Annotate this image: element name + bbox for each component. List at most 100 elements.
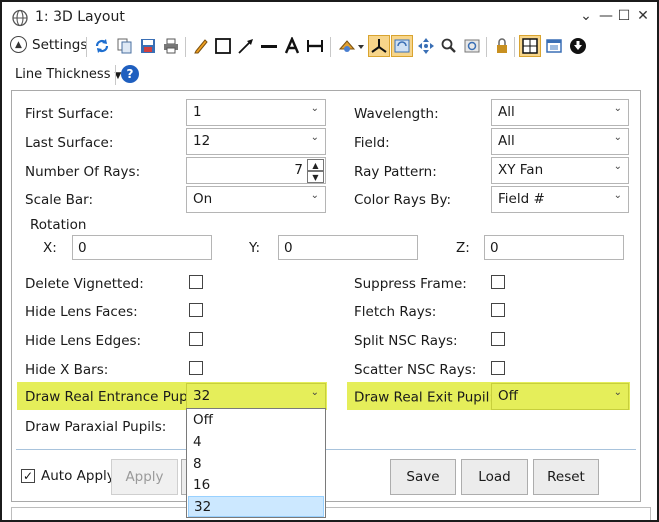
settings-panel: First Surface: 1 ⌄ Last Surface: 12 ⌄ Nu… — [11, 90, 641, 502]
draw-real-entrance-pupil-select[interactable]: 32 ⌄ — [186, 383, 326, 410]
line-thickness-menu[interactable]: Line Thickness ▼ — [15, 67, 121, 82]
entrance-pupil-dropdown-list: Off 4 8 16 32 — [186, 408, 326, 518]
expand-icon[interactable] — [519, 35, 541, 57]
minimize-button[interactable]: — — [597, 8, 615, 24]
pan-icon[interactable] — [415, 35, 437, 57]
draw-real-entrance-pupil-value: 32 — [193, 388, 211, 404]
delete-vignetted-checkbox[interactable] — [189, 275, 203, 289]
number-of-rays-stepper[interactable]: 7 ▲ ▼ — [186, 157, 326, 184]
panel-separator — [16, 449, 636, 450]
print-icon[interactable] — [160, 35, 182, 57]
chevron-down-icon: ⌄ — [613, 161, 622, 172]
hide-x-bars-checkbox[interactable] — [189, 361, 203, 375]
field-label: Field: — [354, 135, 390, 151]
apply-button[interactable]: Apply — [111, 459, 178, 495]
draw-real-exit-pupil-label: Draw Real Exit Pupil:1 — [354, 389, 499, 406]
toolbar-row-2: Line Thickness ▼ ? — [2, 61, 657, 89]
color-rays-by-value: Field # — [498, 191, 545, 207]
chevron-down-icon: ⌄ — [310, 103, 319, 114]
draw-real-exit-pupil-text: Draw Real Exit Pupil: — [354, 389, 494, 406]
autorotate-icon[interactable] — [391, 35, 413, 57]
hide-lens-faces-checkbox[interactable] — [189, 303, 203, 317]
scale-bar-label: Scale Bar: — [25, 192, 94, 208]
first-surface-value: 1 — [193, 104, 202, 120]
field-select[interactable]: All ⌄ — [491, 128, 629, 155]
toolbar-separator — [115, 65, 116, 85]
stepper-up-icon[interactable]: ▲ — [307, 159, 324, 171]
split-nsc-rays-checkbox[interactable] — [491, 332, 505, 346]
draw-real-entrance-pupil-label: Draw Real Entrance Pupil: — [25, 389, 200, 405]
first-surface-label: First Surface: — [25, 106, 114, 122]
draw-paraxial-pupils-label: Draw Paraxial Pupils: — [25, 419, 167, 435]
chevron-down-icon: ⌄ — [613, 387, 622, 398]
scale-bar-value: On — [193, 191, 213, 207]
rotation-x-input[interactable]: 0 — [72, 235, 212, 260]
last-surface-label: Last Surface: — [25, 135, 114, 151]
settings-button[interactable]: ▲ Settings — [10, 36, 87, 53]
last-surface-select[interactable]: 12 ⌄ — [186, 128, 326, 155]
window-title: 1: 3D Layout — [35, 9, 125, 25]
refresh-icon[interactable] — [91, 35, 113, 57]
dropdown-option[interactable]: Off — [188, 410, 324, 431]
dropdown-option[interactable]: 8 — [188, 454, 324, 475]
window-frame: 1: 3D Layout ⌄ — ☐ ✕ ▲ Settings Line Thi… — [0, 0, 659, 522]
text-icon[interactable] — [281, 35, 303, 57]
axes-icon[interactable] — [368, 35, 390, 57]
dropdown-option[interactable]: 16 — [188, 475, 324, 496]
fletch-rays-checkbox[interactable] — [491, 303, 505, 317]
hide-lens-edges-checkbox[interactable] — [189, 332, 203, 346]
reset-button[interactable]: Reset — [533, 459, 599, 495]
pencil-icon[interactable] — [190, 35, 212, 57]
suppress-frame-checkbox[interactable] — [491, 275, 505, 289]
color-rays-by-select[interactable]: Field # ⌄ — [491, 186, 629, 213]
toolbar-separator — [330, 37, 331, 57]
chevron-down-icon: ⌄ — [310, 190, 319, 201]
rectangle-icon[interactable] — [212, 35, 234, 57]
help-icon[interactable]: ? — [121, 65, 139, 83]
copy-icon[interactable] — [114, 35, 136, 57]
dropdown-option[interactable]: 4 — [188, 432, 324, 453]
rotate-icon[interactable] — [336, 35, 366, 57]
auto-apply-checkbox[interactable]: ✓ — [21, 469, 35, 483]
ray-pattern-select[interactable]: XY Fan ⌄ — [491, 157, 629, 184]
chevron-down-icon: ⌄ — [310, 132, 319, 143]
line-icon[interactable] — [258, 35, 280, 57]
save-icon[interactable] — [137, 35, 159, 57]
settings-label: Settings — [32, 36, 88, 53]
save-button[interactable]: Save — [390, 459, 456, 495]
zoom-icon[interactable] — [438, 35, 460, 57]
suppress-frame-label: Suppress Frame: — [354, 276, 467, 292]
reset-zoom-icon[interactable] — [461, 35, 483, 57]
scatter-nsc-rays-label: Scatter NSC Rays: — [354, 362, 477, 378]
toolbar-separator — [185, 37, 186, 57]
lock-icon[interactable] — [491, 35, 513, 57]
ray-pattern-value: XY Fan — [498, 162, 544, 178]
dimension-icon[interactable] — [304, 35, 326, 57]
rotation-z-input[interactable]: 0 — [484, 235, 624, 260]
number-of-rays-label: Number Of Rays: — [25, 164, 141, 180]
app-icon — [11, 9, 29, 31]
first-surface-select[interactable]: 1 ⌄ — [186, 99, 326, 126]
rotation-y-input[interactable]: 0 — [278, 235, 418, 260]
scatter-nsc-rays-checkbox[interactable] — [491, 361, 505, 375]
scale-bar-select[interactable]: On ⌄ — [186, 186, 326, 213]
stepper-down-icon[interactable]: ▼ — [307, 171, 324, 183]
wavelength-select[interactable]: All ⌄ — [491, 99, 629, 126]
close-button[interactable]: ✕ — [634, 8, 652, 24]
draw-real-exit-pupil-select[interactable]: Off ⌄ — [491, 383, 629, 410]
export-icon[interactable] — [567, 35, 589, 57]
rotation-z-label: Z: — [456, 240, 470, 256]
dropdown-option-selected[interactable]: 32 — [188, 496, 324, 517]
toolbar-separator — [486, 37, 487, 57]
arrow-icon[interactable] — [235, 35, 257, 57]
toolbar-row-1: ▲ Settings — [2, 33, 657, 61]
toolbar-separator — [514, 37, 515, 57]
window-icon[interactable] — [543, 35, 565, 57]
pin-button[interactable]: ⌄ — [577, 8, 595, 24]
chevron-down-icon: ⌄ — [613, 103, 622, 114]
rotation-y-label: Y: — [249, 240, 261, 256]
load-button[interactable]: Load — [461, 459, 528, 495]
chevron-down-icon: ⌄ — [613, 190, 622, 201]
last-surface-value: 12 — [193, 133, 211, 149]
maximize-button[interactable]: ☐ — [615, 8, 633, 24]
